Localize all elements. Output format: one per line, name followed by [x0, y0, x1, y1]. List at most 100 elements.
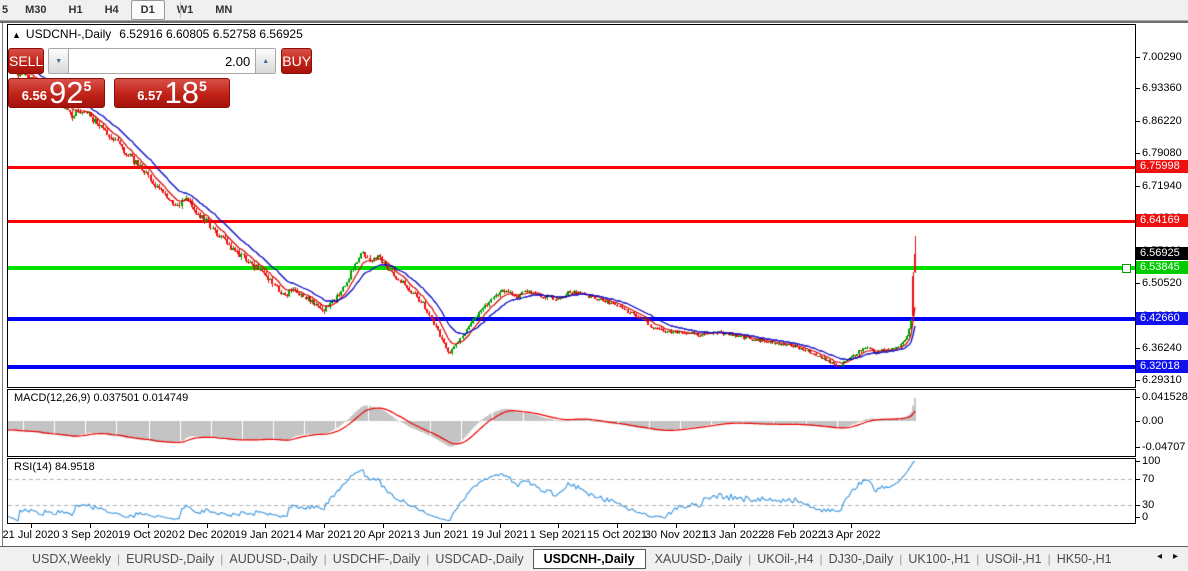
time-axis-label: 28 Feb 2022	[762, 529, 824, 541]
buy-price-box[interactable]: 6.57 18 5	[114, 77, 230, 108]
chart-ohlc-values: 6.52916 6.60805 6.52758 6.56925	[119, 27, 303, 41]
rsi-axis-tick	[1136, 479, 1140, 480]
price-axis-label: 6.86220	[1142, 115, 1182, 127]
macd-axis-tick	[1136, 421, 1140, 422]
tab-dj30-daily[interactable]: DJ30-,Daily	[823, 552, 900, 566]
price-axis-tick	[1136, 186, 1140, 187]
time-axis-label: 2 Dec 2020	[178, 529, 236, 541]
tab-usdcnh-daily[interactable]: USDCNH-,Daily	[532, 549, 646, 569]
rsi-axis-label: 100	[1142, 455, 1161, 467]
time-axis-label: 13 Apr 2022	[821, 529, 881, 541]
time-axis-label: 19 Jul 2021	[471, 529, 529, 541]
tab-ukoil-h4[interactable]: UKOil-,H4	[751, 552, 819, 566]
macd-axis-label: 0.00	[1142, 415, 1164, 427]
rsi-canvas[interactable]	[8, 459, 1134, 523]
rsi-axis-label: 30	[1142, 499, 1155, 511]
tab-usoil-h1[interactable]: USOil-,H1	[979, 552, 1047, 566]
buy-price-base: 6.57	[137, 88, 163, 103]
timeframe-toolbar: 5 M30 H1 H4 D1 W1 MN	[0, 0, 1188, 21]
buy-price-sup: 5	[199, 78, 207, 94]
price-axis-label: 6.50520	[1142, 277, 1182, 289]
time-axis-tick	[207, 524, 208, 528]
price-axis-label: 7.00290	[1142, 51, 1182, 63]
time-axis-label: 30 Nov 2021	[644, 529, 708, 541]
timeframe-button-mn[interactable]: MN	[205, 0, 242, 20]
price-axis-label: 6.29310	[1142, 374, 1182, 386]
price-badge-6.64169: 6.64169	[1136, 214, 1188, 227]
time-axis-tick	[500, 524, 501, 528]
timeframe-button-w1[interactable]: W1	[167, 0, 204, 20]
collapse-arrow-icon[interactable]: ▲	[12, 30, 21, 40]
sell-price-sup: 5	[83, 78, 92, 94]
price-badge-6.42660: 6.42660	[1136, 312, 1188, 325]
price-axis-tick	[1136, 283, 1140, 284]
time-axis-tick	[31, 524, 32, 528]
tab-usdchf-daily[interactable]: USDCHF-,Daily	[327, 552, 427, 566]
time-axis-label: 19 Jan 2021	[234, 529, 296, 541]
time-axis-tick	[383, 524, 384, 528]
volume-decrease-button[interactable]: ▼	[49, 49, 69, 73]
price-badge-6.75998: 6.75998	[1136, 160, 1188, 173]
price-axis-tick	[1136, 380, 1140, 381]
time-axis-label: 20 Apr 2021	[353, 529, 413, 541]
price-axis-tick	[1136, 121, 1140, 122]
macd-axis-label: -0.04707	[1142, 441, 1186, 453]
volume-stepper: ▼ ▲	[48, 48, 277, 74]
price-axis-label: 6.71940	[1142, 180, 1182, 192]
tab-xauusd-daily[interactable]: XAUUSD-,Daily	[649, 552, 749, 566]
time-axis-tick	[851, 524, 852, 528]
price-badge-6.32018: 6.32018	[1136, 360, 1188, 373]
rsi-axis-tick	[1136, 461, 1140, 462]
timeframe-button-d1[interactable]: D1	[130, 0, 165, 20]
sell-price-box[interactable]: 6.56 92 5	[8, 77, 105, 108]
time-axis-tick	[324, 524, 325, 528]
time-axis-label: 19 Oct 2020	[118, 529, 178, 541]
tab-usdcad-daily[interactable]: USDCAD-,Daily	[429, 552, 529, 566]
volume-increase-button[interactable]: ▲	[256, 49, 276, 73]
time-axis-label: 21 Jul 2020	[2, 529, 60, 541]
time-axis-tick	[90, 524, 91, 528]
tab-uk100-h1[interactable]: UK100-,H1	[902, 552, 976, 566]
window-top-border	[0, 21, 1188, 23]
price-badge-6.53845: 6.53845	[1136, 261, 1188, 274]
time-axis-tick	[676, 524, 677, 528]
price-badge-6.56925: 6.56925	[1136, 247, 1188, 260]
macd-axis-tick	[1136, 447, 1140, 448]
sell-button[interactable]: SELL	[8, 48, 45, 74]
window-left-border	[2, 23, 3, 546]
tab-eurusd-daily[interactable]: EURUSD-,Daily	[120, 552, 220, 566]
tab-audusd-daily[interactable]: AUDUSD-,Daily	[223, 552, 323, 566]
timeframe-button-h4[interactable]: H4	[95, 0, 129, 20]
tab-hk50-h1[interactable]: HK50-,H1	[1051, 552, 1118, 566]
price-axis-label: 6.36240	[1142, 342, 1182, 354]
time-axis-tick	[734, 524, 735, 528]
trading-platform-window: 5 M30 H1 H4 D1 W1 MN ▲ USDCNH-,Daily 6.52916 6.6…	[0, 0, 1188, 571]
time-axis-tick	[441, 524, 442, 528]
volume-input[interactable]	[68, 49, 257, 73]
timeframe-button-5[interactable]: 5	[0, 0, 13, 20]
timeframe-button-m30[interactable]: M30	[15, 0, 56, 20]
timeframe-button-h1[interactable]: H1	[59, 0, 93, 20]
time-axis-tick	[617, 524, 618, 528]
sell-price-base: 6.56	[21, 88, 48, 103]
chart-symbol-label: USDCNH-,Daily	[25, 27, 112, 41]
buy-button[interactable]: BUY	[281, 48, 313, 74]
tab-usdx-weekly[interactable]: USDX,Weekly	[26, 552, 117, 566]
time-axis-tick	[793, 524, 794, 528]
price-axis-label: 6.79080	[1142, 147, 1182, 159]
tab-scroll-right-icon[interactable]: ▸	[1173, 551, 1178, 562]
one-click-trading-widget: SELL ▼ ▲ BUY 6.56925 6.57185	[8, 48, 313, 108]
price-axis-tick	[1136, 57, 1140, 58]
price-axis-tick	[1136, 88, 1140, 89]
macd-axis-label: 0.041528	[1142, 391, 1188, 403]
macd-indicator-label: MACD(12,26,9) 0.037501 0.014749	[14, 392, 189, 404]
price-axis-label: 6.93360	[1142, 82, 1182, 94]
chart-tab-bar: USDX,Weekly | EURUSD-,Daily | AUDUSD-,Daily |…	[0, 547, 1188, 571]
macd-axis-tick	[1136, 397, 1140, 398]
rsi-axis-label: 0	[1142, 511, 1149, 523]
chart-header: ▲ USDCNH-,Daily 6.52916 6.60805 6.52758 6.…	[12, 27, 303, 41]
time-axis-label: 3 Jun 2021	[413, 529, 469, 541]
time-axis-label: 15 Oct 2021	[587, 529, 647, 541]
tab-scroll-left-icon[interactable]: ◂	[1157, 551, 1162, 562]
toolbar-separator	[180, 2, 181, 18]
